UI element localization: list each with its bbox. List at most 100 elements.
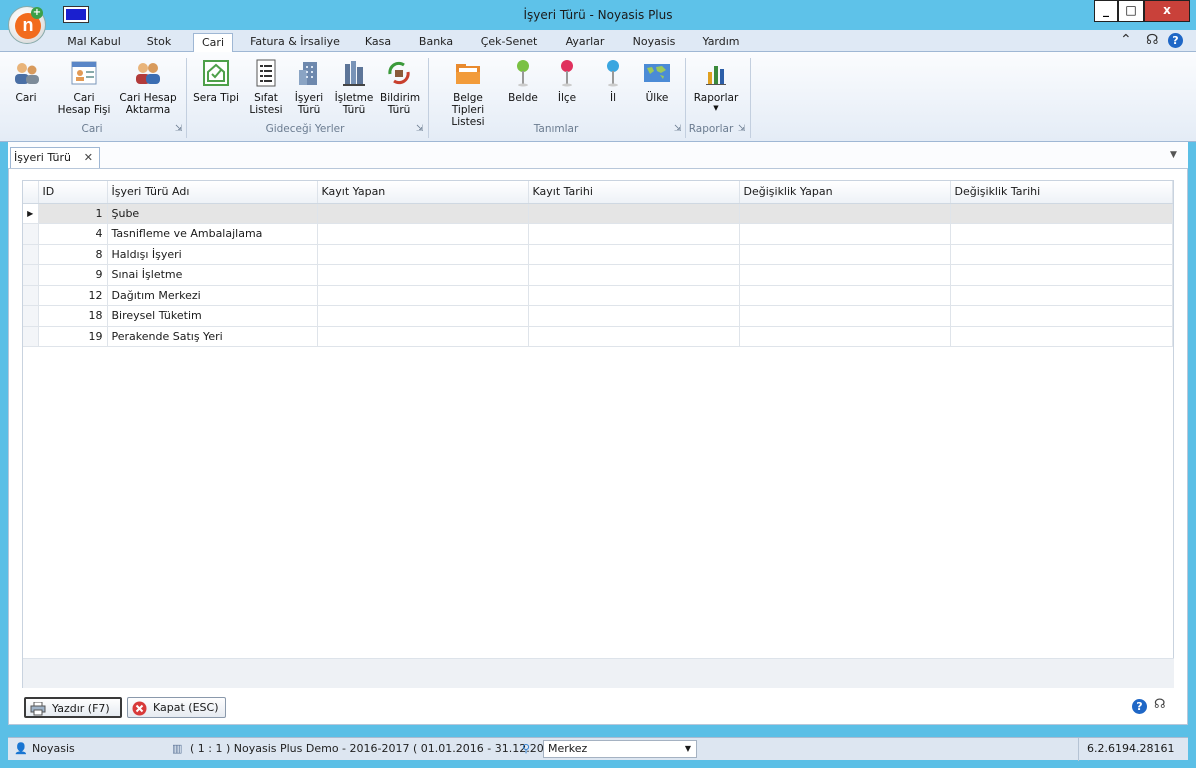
- tab-mal-kabul[interactable]: Mal Kabul: [64, 33, 124, 52]
- cell-degisiklik-tarihi[interactable]: [950, 285, 1173, 306]
- places-group-launcher-icon[interactable]: ⇲: [416, 124, 424, 134]
- ribbon-il-button[interactable]: İl: [596, 58, 630, 104]
- cell-kayit-yapan[interactable]: [317, 305, 529, 327]
- cell-degisiklik-yapan[interactable]: [739, 285, 951, 306]
- cell-kayit-tarihi[interactable]: [528, 223, 740, 245]
- cell-kayit-yapan[interactable]: [317, 264, 529, 286]
- cell-id[interactable]: 12: [38, 285, 108, 306]
- column-header-kayit-yapan[interactable]: Kayıt Yapan: [317, 181, 529, 204]
- help-icon[interactable]: ?: [1168, 33, 1183, 48]
- row-indicator[interactable]: [23, 305, 39, 327]
- cell-degisiklik-tarihi[interactable]: [950, 264, 1173, 286]
- cell-kayit-yapan[interactable]: [317, 326, 529, 347]
- cell-degisiklik-yapan[interactable]: [739, 326, 951, 347]
- cell-kayit-tarihi[interactable]: [528, 305, 740, 327]
- close-window-button[interactable]: x: [1144, 0, 1190, 22]
- cell-name[interactable]: Şube: [107, 203, 318, 224]
- cell-degisiklik-tarihi[interactable]: [950, 305, 1173, 327]
- minimize-button[interactable]: _: [1094, 0, 1118, 22]
- cell-id[interactable]: 4: [38, 223, 108, 245]
- print-button[interactable]: Yazdır (F7): [24, 697, 122, 718]
- ribbon-raporlar-button[interactable]: Raporlar ▼: [690, 58, 742, 112]
- ribbon-ulke-button[interactable]: Ülke: [638, 58, 676, 104]
- close-tab-icon[interactable]: ✕: [84, 148, 93, 167]
- cell-degisiklik-yapan[interactable]: [739, 305, 951, 327]
- ribbon-belge-tipleri-listesi-button[interactable]: Belge Tipleri Listesi: [436, 58, 500, 128]
- quick-access-icon[interactable]: [63, 6, 89, 23]
- cell-degisiklik-yapan[interactable]: [739, 244, 951, 265]
- support-headset-icon[interactable]: ☊: [1146, 32, 1158, 48]
- ribbon-ilce-button[interactable]: İlçe: [550, 58, 584, 104]
- ribbon-sera-tipi-button[interactable]: Sera Tipi: [192, 58, 240, 104]
- column-header-degisiklik-tarihi[interactable]: Değişiklik Tarihi: [950, 181, 1173, 204]
- cell-name[interactable]: Tasnifleme ve Ambalajlama: [107, 223, 318, 245]
- cell-degisiklik-yapan[interactable]: [739, 223, 951, 245]
- cell-kayit-tarihi[interactable]: [528, 244, 740, 265]
- ribbon-cari-hesap-aktarma-button[interactable]: Cari Hesap Aktarma: [118, 58, 178, 116]
- cell-kayit-yapan[interactable]: [317, 223, 529, 245]
- cell-id[interactable]: 9: [38, 264, 108, 286]
- maximize-button[interactable]: □: [1118, 0, 1144, 22]
- table-row[interactable]: 9 Sınai İşletme: [23, 264, 1173, 286]
- app-menu-button[interactable]: n +: [8, 6, 46, 44]
- cell-name[interactable]: Dağıtım Merkezi: [107, 285, 318, 306]
- cell-id[interactable]: 18: [38, 305, 108, 327]
- cell-kayit-tarihi[interactable]: [528, 203, 740, 224]
- ribbon-isyeri-turu-button[interactable]: İşyeri Türü: [290, 58, 328, 116]
- column-header-isyeri-turu-adi[interactable]: İşyeri Türü Adı: [107, 181, 318, 204]
- ribbon-cari-button[interactable]: Cari: [6, 58, 46, 104]
- tab-cek-senet[interactable]: Çek-Senet: [476, 33, 542, 52]
- ribbon-cari-hesap-fisi-button[interactable]: Cari Hesap Fişi: [56, 58, 112, 116]
- cell-kayit-tarihi[interactable]: [528, 326, 740, 347]
- table-row[interactable]: 12 Dağıtım Merkezi: [23, 285, 1173, 306]
- cell-kayit-tarihi[interactable]: [528, 285, 740, 306]
- cell-name[interactable]: Perakende Satış Yeri: [107, 326, 318, 347]
- tab-stok[interactable]: Stok: [138, 33, 180, 52]
- table-row[interactable]: ▶ 1 Şube: [23, 203, 1173, 224]
- collapse-ribbon-icon[interactable]: ⌃: [1120, 32, 1132, 48]
- table-row[interactable]: 8 Haldışı İşyeri: [23, 244, 1173, 265]
- data-grid[interactable]: ID İşyeri Türü Adı Kayıt Yapan Kayıt Tar…: [22, 180, 1174, 688]
- tab-isyeri-turu[interactable]: İşyeri Türü ✕: [10, 147, 100, 168]
- column-header-degisiklik-yapan[interactable]: Değişiklik Yapan: [739, 181, 951, 204]
- cell-name[interactable]: Bireysel Tüketim: [107, 305, 318, 327]
- table-row[interactable]: 19 Perakende Satış Yeri: [23, 326, 1173, 347]
- row-indicator[interactable]: [23, 285, 39, 306]
- cell-name[interactable]: Haldışı İşyeri: [107, 244, 318, 265]
- cell-degisiklik-tarihi[interactable]: [950, 223, 1173, 245]
- tab-yardim[interactable]: Yardım: [698, 33, 744, 52]
- column-header-id[interactable]: ID: [38, 181, 108, 204]
- cell-id[interactable]: 8: [38, 244, 108, 265]
- reports-group-launcher-icon[interactable]: ⇲: [738, 124, 746, 134]
- tab-fatura-irsaliye[interactable]: Fatura & İrsaliye: [248, 33, 342, 52]
- ribbon-bildirim-turu-button[interactable]: Bildirim Türü: [380, 58, 420, 116]
- row-indicator[interactable]: [23, 223, 39, 245]
- branch-select[interactable]: Merkez ▼: [543, 740, 697, 758]
- cell-degisiklik-yapan[interactable]: [739, 264, 951, 286]
- ribbon-sifat-listesi-button[interactable]: Sıfat Listesi: [246, 58, 286, 116]
- close-form-button[interactable]: Kapat (ESC): [127, 697, 226, 718]
- cell-name[interactable]: Sınai İşletme: [107, 264, 318, 286]
- cell-kayit-yapan[interactable]: [317, 285, 529, 306]
- cell-kayit-tarihi[interactable]: [528, 264, 740, 286]
- tab-kasa[interactable]: Kasa: [358, 33, 398, 52]
- tab-noyasis[interactable]: Noyasis: [628, 33, 680, 52]
- cell-degisiklik-yapan[interactable]: [739, 203, 951, 224]
- table-row[interactable]: 18 Bireysel Tüketim: [23, 305, 1173, 327]
- tab-cari[interactable]: Cari: [193, 33, 233, 53]
- column-header-kayit-tarihi[interactable]: Kayıt Tarihi: [528, 181, 740, 204]
- cell-id[interactable]: 1: [38, 203, 108, 224]
- row-indicator[interactable]: [23, 264, 39, 286]
- cell-degisiklik-tarihi[interactable]: [950, 244, 1173, 265]
- defs-group-launcher-icon[interactable]: ⇲: [674, 124, 682, 134]
- cell-id[interactable]: 19: [38, 326, 108, 347]
- cari-group-launcher-icon[interactable]: ⇲: [175, 124, 183, 134]
- cell-degisiklik-tarihi[interactable]: [950, 203, 1173, 224]
- ribbon-isletme-turu-button[interactable]: İşletme Türü: [332, 58, 376, 116]
- tab-ayarlar[interactable]: Ayarlar: [560, 33, 610, 52]
- cell-kayit-yapan[interactable]: [317, 203, 529, 224]
- form-support-icon[interactable]: ☊: [1154, 697, 1166, 712]
- form-help-icon[interactable]: ?: [1132, 699, 1147, 714]
- row-indicator[interactable]: [23, 326, 39, 347]
- tab-banka[interactable]: Banka: [414, 33, 458, 52]
